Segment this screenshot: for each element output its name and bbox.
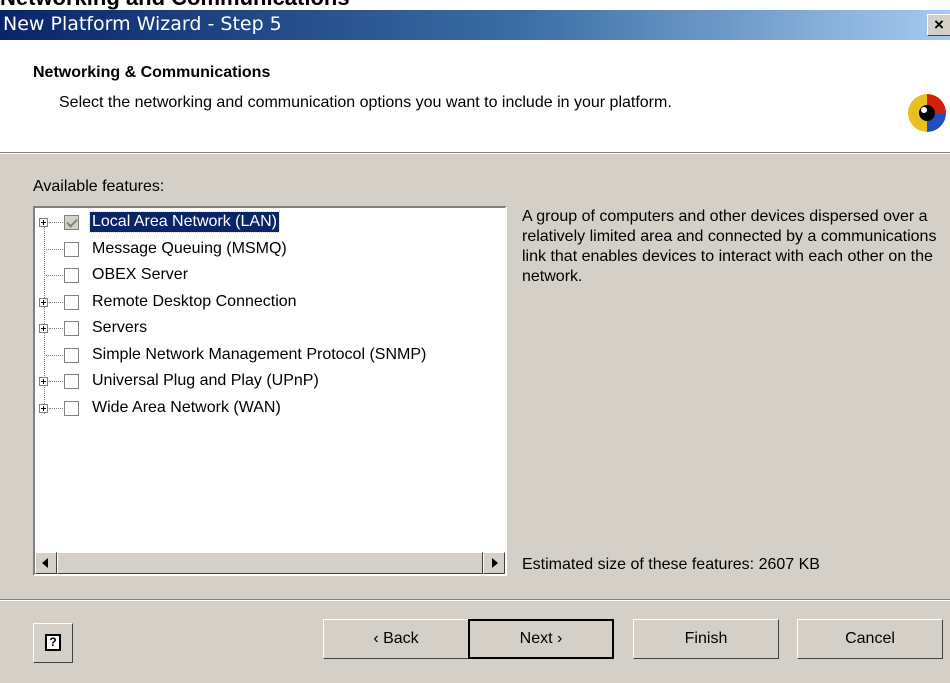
- expand-plus-icon[interactable]: [39, 403, 48, 413]
- tree-connector: [49, 222, 63, 223]
- feature-checkbox[interactable]: [64, 215, 79, 230]
- expand-plus-icon[interactable]: [39, 218, 48, 227]
- feature-label[interactable]: Servers: [90, 318, 149, 338]
- features-tree[interactable]: Local Area Network (LAN) Message Queuing …: [33, 206, 507, 576]
- scroll-left-button[interactable]: [35, 552, 57, 574]
- expand-plus-icon[interactable]: [39, 324, 48, 333]
- tree-connector: [44, 248, 63, 250]
- tree-connector: [49, 407, 63, 409]
- wizard-body: Available features: Local Area Network (…: [0, 154, 950, 683]
- tree-item[interactable]: Message Queuing (MSMQ): [35, 237, 505, 263]
- tree-item[interactable]: Remote Desktop Connection: [35, 290, 505, 316]
- feature-label[interactable]: Wide Area Network (WAN): [90, 398, 283, 418]
- expand-plus-icon[interactable]: [39, 297, 48, 307]
- platform-builder-logo-icon: [908, 94, 946, 132]
- feature-checkbox[interactable]: [64, 294, 79, 310]
- tree-item[interactable]: Universal Plug and Play (UPnP): [35, 369, 505, 395]
- feature-label[interactable]: Message Queuing (MSMQ): [90, 239, 289, 259]
- feature-label[interactable]: Local Area Network (LAN): [89, 211, 280, 233]
- finish-button[interactable]: Finish: [633, 619, 779, 659]
- feature-description: A group of computers and other devices d…: [522, 208, 937, 285]
- scroll-right-button[interactable]: [483, 552, 505, 574]
- tree-connector: [44, 275, 63, 276]
- estimated-size: Estimated size of these features: 2607 K…: [522, 556, 820, 573]
- tree-item[interactable]: Local Area Network (LAN): [35, 210, 505, 236]
- tree-item[interactable]: Wide Area Network (WAN): [35, 396, 505, 422]
- close-button[interactable]: ×: [927, 14, 950, 36]
- help-button[interactable]: ?: [33, 623, 73, 663]
- feature-checkbox[interactable]: [64, 321, 79, 336]
- feature-checkbox[interactable]: [64, 268, 79, 283]
- feature-checkbox[interactable]: [64, 241, 79, 257]
- next-button[interactable]: Next ›: [468, 619, 614, 659]
- footer-divider: [0, 599, 950, 601]
- tree-connector: [49, 381, 63, 382]
- back-button[interactable]: ‹ Back: [323, 619, 469, 659]
- tree-item[interactable]: Servers: [35, 316, 505, 342]
- header-description: Select the networking and communication …: [59, 94, 672, 111]
- arrow-right-icon: [492, 558, 498, 568]
- arrow-left-icon: [42, 558, 48, 568]
- tree-connector: [44, 354, 63, 356]
- page-heading: Networking and Communications: [0, 0, 350, 10]
- feature-checkbox[interactable]: [64, 347, 79, 363]
- wizard-header: Networking & Communications Select the n…: [0, 40, 950, 152]
- feature-label[interactable]: Universal Plug and Play (UPnP): [90, 371, 321, 391]
- feature-checkbox[interactable]: [64, 400, 79, 416]
- header-title: Networking & Communications: [33, 64, 271, 81]
- tree-connector: [49, 328, 63, 329]
- feature-label[interactable]: Remote Desktop Connection: [90, 292, 299, 312]
- tree-item[interactable]: OBEX Server: [35, 263, 505, 289]
- cancel-button[interactable]: Cancel: [797, 619, 943, 659]
- expand-plus-icon[interactable]: [39, 377, 48, 386]
- window-title: New Platform Wizard - Step 5: [3, 13, 282, 35]
- tree-item[interactable]: Simple Network Management Protocol (SNMP…: [35, 343, 505, 369]
- window-titlebar[interactable]: New Platform Wizard - Step 5 ×: [0, 10, 950, 40]
- help-icon: ?: [45, 634, 61, 651]
- feature-checkbox[interactable]: [64, 374, 79, 389]
- tree-connector: [49, 301, 63, 303]
- horizontal-scrollbar[interactable]: [35, 552, 505, 574]
- scroll-thumb[interactable]: [57, 552, 483, 574]
- feature-label[interactable]: OBEX Server: [90, 265, 190, 285]
- available-features-label: Available features:: [33, 178, 165, 195]
- feature-label[interactable]: Simple Network Management Protocol (SNMP…: [90, 345, 428, 365]
